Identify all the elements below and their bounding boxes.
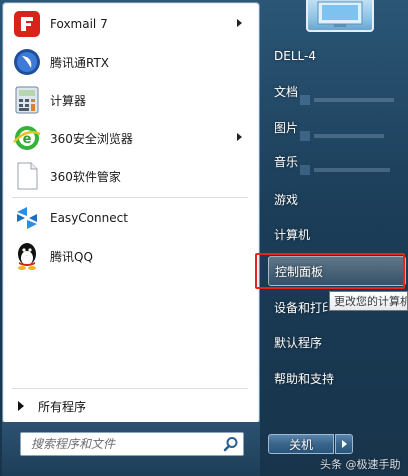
places-item-label: DELL-4 (274, 49, 316, 63)
calculator-icon (12, 85, 42, 115)
program-label: 腾讯QQ (50, 249, 93, 264)
chevron-right-icon (341, 440, 347, 448)
program-calculator[interactable]: 计算器 (8, 82, 252, 118)
places-item-label: 游戏 (274, 192, 299, 207)
places-item-label: 计算机 (274, 227, 311, 242)
shutdown-control: 关机 (268, 434, 354, 454)
program-qq[interactable]: 腾讯QQ (8, 238, 252, 274)
qq-penguin-icon (12, 241, 42, 271)
watermark-name: 极速手助 (356, 458, 401, 471)
submenu-arrow-icon[interactable] (237, 133, 242, 141)
places-item-help-support[interactable]: 帮助和支持 (268, 363, 404, 393)
places-item-user[interactable]: DELL-4 (268, 41, 404, 71)
search-icon[interactable] (223, 436, 239, 452)
divider (12, 388, 248, 389)
search-box[interactable] (20, 432, 244, 456)
document-icon (12, 161, 42, 191)
watermark-prefix: 头条 (320, 458, 342, 471)
program-rtx[interactable]: 腾讯通RTX (8, 44, 252, 80)
program-label: Foxmail 7 (50, 17, 108, 31)
program-foxmail[interactable]: Foxmail 7 (8, 6, 252, 42)
program-label: EasyConnect (50, 211, 128, 225)
program-label: 360安全浏览器 (50, 131, 133, 146)
places-item-label: 默认程序 (274, 335, 323, 350)
shutdown-button[interactable]: 关机 (268, 434, 334, 454)
places-item-documents[interactable]: 文档 (268, 76, 404, 106)
submenu-arrow-icon[interactable] (237, 19, 242, 27)
start-menu: Foxmail 7 腾讯通RTX 计算器 e 360安全浏览器 360软件管家 … (0, 0, 408, 476)
program-360-software-manager[interactable]: 360软件管家 (8, 158, 252, 194)
rtx-icon (12, 47, 42, 77)
program-label: 腾讯通RTX (50, 55, 110, 70)
places-item-label: 帮助和支持 (274, 371, 335, 386)
places-item-label: 设备和打印 (274, 300, 328, 315)
places-item-label: 文档 (274, 84, 299, 99)
places-item-label: 图片 (274, 120, 299, 135)
tooltip: 更改您的计算机 (329, 291, 408, 311)
play-arrow-icon (18, 401, 24, 411)
search-input[interactable] (31, 437, 221, 451)
places-item-devices-printers[interactable]: 设备和打印 (268, 292, 328, 322)
places-item-default-programs[interactable]: 默认程序 (268, 327, 404, 357)
foxmail-icon (12, 9, 42, 39)
places-item-label: 音乐 (274, 154, 299, 169)
watermark: 头条 @ 极速手助 (320, 455, 401, 473)
all-programs-label: 所有程序 (38, 399, 87, 414)
places-item-music[interactable]: 音乐 (268, 146, 404, 176)
easyconnect-icon (12, 203, 42, 233)
highlight-annotation-box (255, 253, 405, 289)
watermark-at: @ (342, 457, 357, 471)
program-easyconnect[interactable]: EasyConnect (8, 200, 252, 236)
divider (12, 197, 248, 198)
all-programs-button[interactable]: 所有程序 (10, 394, 250, 418)
360-browser-icon: e (12, 123, 42, 153)
places-item-pictures[interactable]: 图片 (268, 112, 404, 142)
program-label: 计算器 (50, 93, 87, 108)
program-360-browser[interactable]: e 360安全浏览器 (8, 120, 252, 156)
tooltip-text: 更改您的计算机 (334, 295, 408, 308)
places-item-games[interactable]: 游戏 (268, 184, 404, 214)
shutdown-label: 关机 (288, 437, 313, 452)
shutdown-options-button[interactable] (335, 434, 353, 454)
places-item-computer[interactable]: 计算机 (268, 219, 404, 249)
program-label: 360软件管家 (50, 169, 121, 184)
